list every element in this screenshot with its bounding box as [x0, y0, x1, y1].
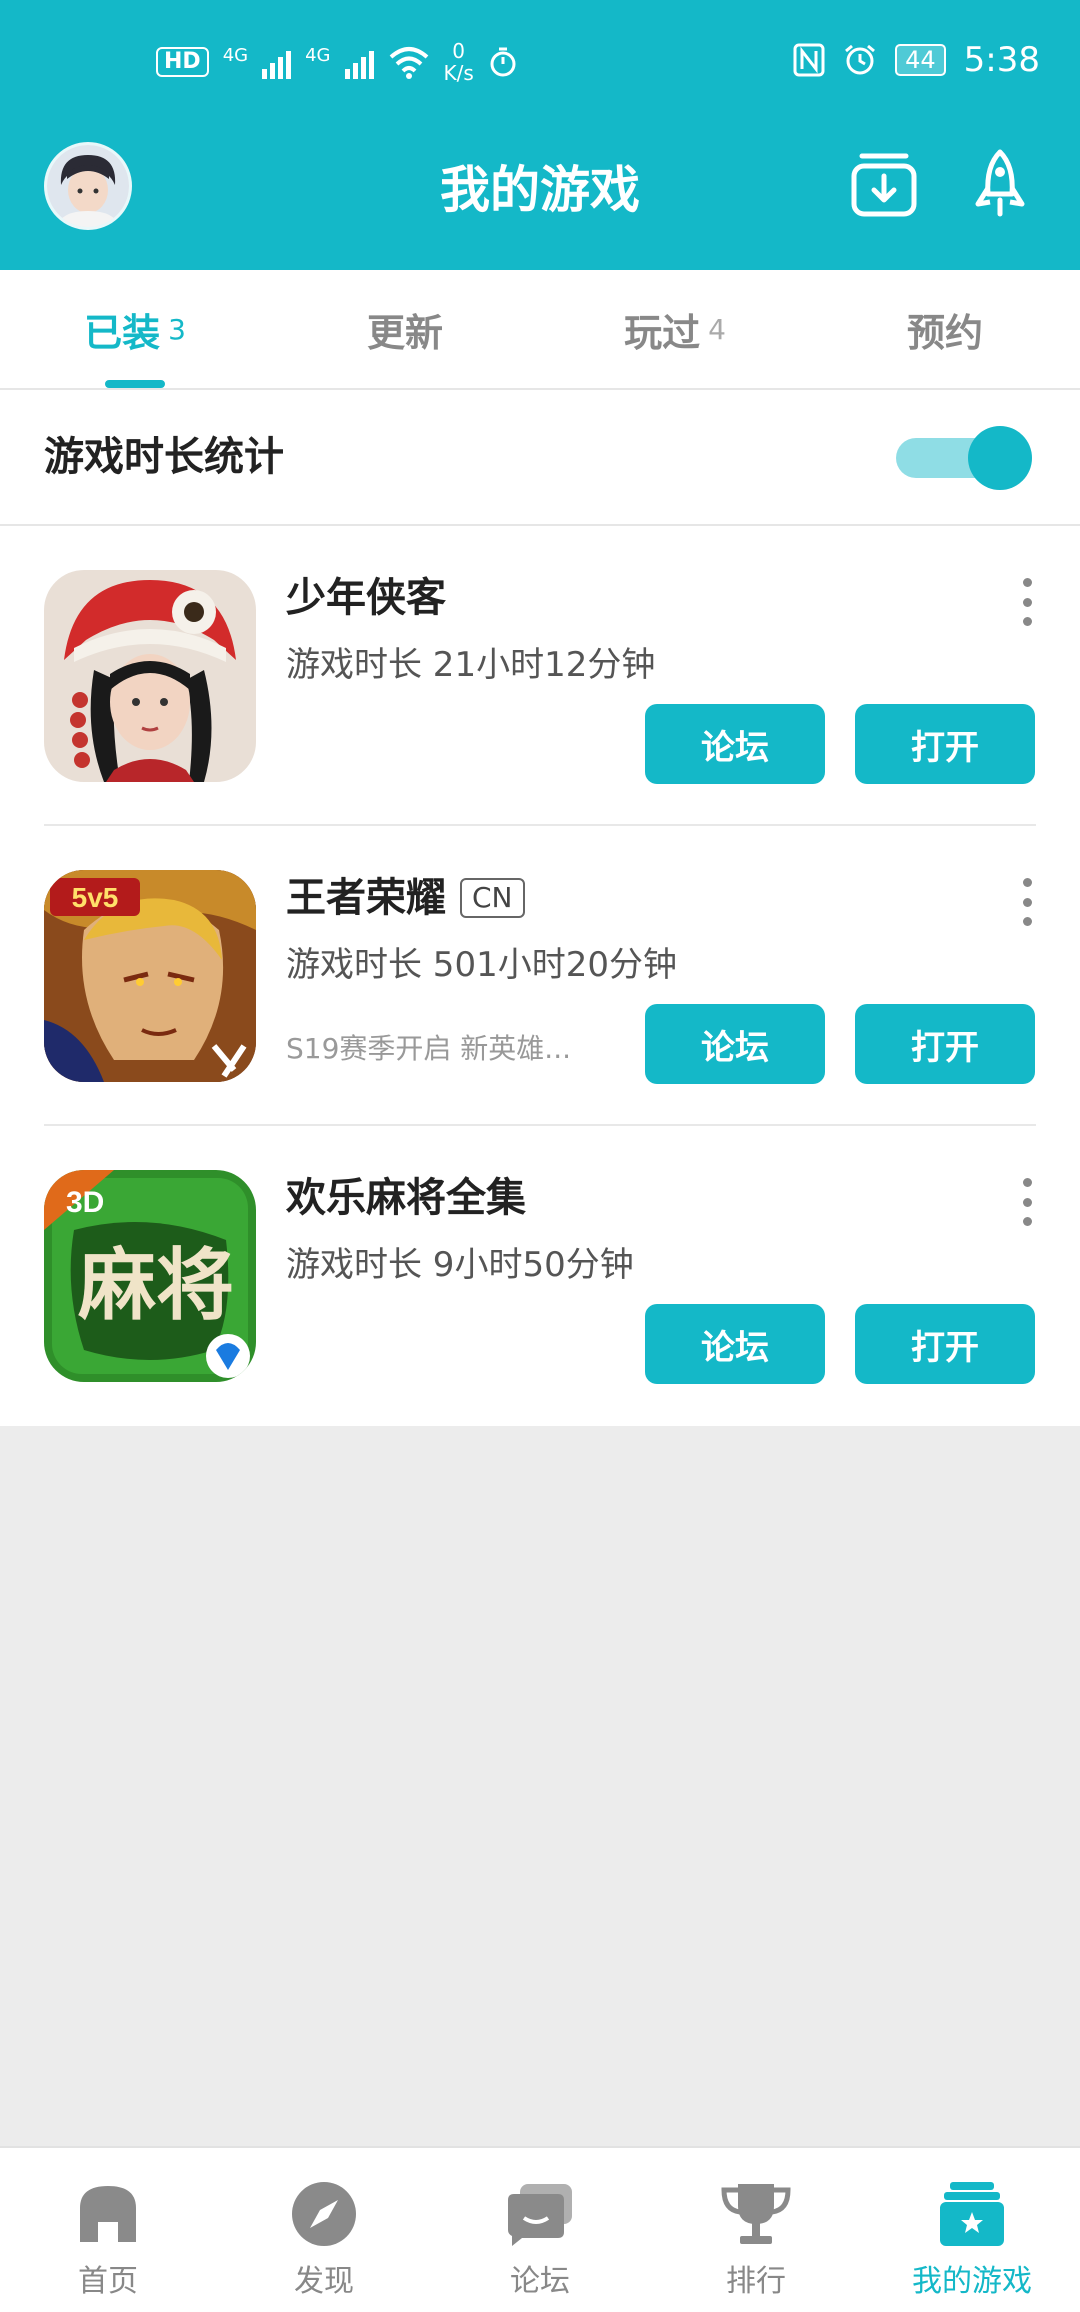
bottom-navigation: 首页 发现 论坛 排行 我的游戏: [0, 2146, 1080, 2312]
speed-boost-button[interactable]: [964, 148, 1036, 220]
nav-label: 排行: [726, 2264, 786, 2299]
home-icon: [80, 2186, 136, 2242]
trophy-icon: [721, 2184, 791, 2244]
more-options-icon[interactable]: [1020, 878, 1034, 926]
game-icon-art: 5v5: [44, 870, 256, 1082]
region-tag: CN: [460, 878, 525, 918]
clock: 5:38: [963, 40, 1040, 80]
tab-updates[interactable]: 更新: [270, 270, 540, 388]
game-title: 欢乐麻将全集: [286, 1175, 526, 1221]
more-options-icon[interactable]: [1020, 1178, 1034, 1226]
tab-label: 玩过: [624, 310, 701, 355]
active-tab-indicator: [105, 380, 165, 388]
tab-reserved[interactable]: 预约: [810, 270, 1080, 388]
game-name: 王者荣耀 CN: [286, 870, 525, 926]
app-header: HD 4G 4G 0 K/s 44 5:38 我的游戏: [0, 0, 1080, 270]
tab-count: 3: [168, 312, 186, 346]
net-speed: 0 K/s: [444, 40, 474, 84]
list-item[interactable]: 麻将 3D 欢乐麻将全集 游戏时长 9小时50分钟 论坛 打开: [0, 1126, 1080, 1426]
open-button[interactable]: 打开: [855, 1304, 1035, 1384]
nav-label: 首页: [78, 2264, 138, 2299]
nav-ranking[interactable]: 排行: [648, 2148, 864, 2312]
game-playtime: 游戏时长 501小时20分钟: [286, 945, 677, 985]
wifi-icon: [389, 47, 428, 79]
open-button[interactable]: 打开: [855, 704, 1035, 784]
my-games-icon: [940, 2182, 1004, 2246]
svg-text:5v5: 5v5: [72, 882, 119, 913]
open-button[interactable]: 打开: [855, 1004, 1035, 1084]
status-bar: HD 4G 4G 0 K/s 44 5:38: [0, 0, 1080, 125]
hd-badge: HD: [156, 47, 209, 77]
wangzhe-rongyao-icon[interactable]: 5v5: [44, 870, 256, 1082]
playtime-stats-row: 游戏时长统计: [0, 390, 1080, 526]
download-icon: [851, 153, 917, 217]
nav-forum[interactable]: 论坛: [432, 2148, 648, 2312]
alarm-icon: [845, 44, 876, 75]
timer-icon: [490, 47, 516, 77]
icon-badge: 3D: [66, 1186, 104, 1219]
game-list: 少年侠客 游戏时长 21小时12分钟 论坛 打开 5v5 王者荣耀 CN 游戏时…: [0, 526, 1080, 1426]
game-title: 少年侠客: [286, 575, 446, 621]
compass-icon: [292, 2182, 356, 2246]
signal-icon: [262, 45, 292, 79]
nfc-icon: [793, 43, 825, 77]
game-name: 少年侠客: [286, 570, 446, 626]
download-manager-button[interactable]: [848, 148, 920, 220]
tab-count: 4: [708, 312, 726, 346]
nav-my-games[interactable]: 我的游戏: [864, 2148, 1080, 2312]
game-icon-art: 麻将 3D: [44, 1170, 256, 1382]
nav-discover[interactable]: 发现: [216, 2148, 432, 2312]
game-playtime: 游戏时长 9小时50分钟: [286, 1245, 634, 1285]
tab-played[interactable]: 玩过 4: [540, 270, 810, 388]
forum-button[interactable]: 论坛: [645, 1304, 825, 1384]
tab-bar: 已装 3 更新 玩过 4 预约: [0, 270, 1080, 390]
playtime-stats-toggle[interactable]: [896, 426, 1032, 490]
list-item[interactable]: 少年侠客 游戏时长 21小时12分钟 论坛 打开: [0, 526, 1080, 826]
net-speed-value: 0: [452, 39, 465, 63]
tab-label: 更新: [366, 310, 443, 355]
game-icon-art: [44, 570, 256, 782]
tab-label: 已装: [84, 310, 161, 355]
nav-home[interactable]: 首页: [0, 2148, 216, 2312]
net-speed-unit: K/s: [443, 61, 474, 85]
forum-button[interactable]: 论坛: [645, 1004, 825, 1084]
icon-text: 麻将: [78, 1240, 234, 1331]
game-name: 欢乐麻将全集: [286, 1170, 526, 1226]
rocket-icon: [975, 149, 1025, 217]
status-left: HD 4G 4G 0 K/s: [156, 40, 518, 84]
nav-label: 我的游戏: [912, 2264, 1032, 2299]
sim1-label: 4G: [222, 44, 249, 66]
sim2-label: 4G: [305, 44, 331, 66]
huanle-majiang-icon[interactable]: 麻将 3D: [44, 1170, 256, 1382]
tab-installed[interactable]: 已装 3: [0, 270, 270, 388]
battery-indicator: 44: [895, 44, 946, 76]
more-options-icon[interactable]: [1020, 578, 1034, 626]
game-playtime: 游戏时长 21小时12分钟: [286, 645, 656, 685]
nav-label: 发现: [294, 2264, 354, 2299]
nav-label: 论坛: [510, 2264, 570, 2299]
status-right: 44 5:38: [793, 40, 1040, 80]
list-item[interactable]: 5v5 王者荣耀 CN 游戏时长 501小时20分钟 S19赛季开启 新英雄...…: [0, 826, 1080, 1126]
chat-icon: [508, 2184, 572, 2246]
tab-label: 预约: [906, 310, 983, 355]
signal-icon: [344, 45, 374, 79]
game-title: 王者荣耀: [286, 875, 446, 921]
forum-button[interactable]: 论坛: [645, 704, 825, 784]
shaonian-xiake-icon[interactable]: [44, 570, 256, 782]
toggle-knob: [968, 426, 1032, 490]
game-news[interactable]: S19赛季开启 新英雄...: [286, 1024, 586, 1074]
playtime-stats-label: 游戏时长统计: [44, 434, 284, 480]
